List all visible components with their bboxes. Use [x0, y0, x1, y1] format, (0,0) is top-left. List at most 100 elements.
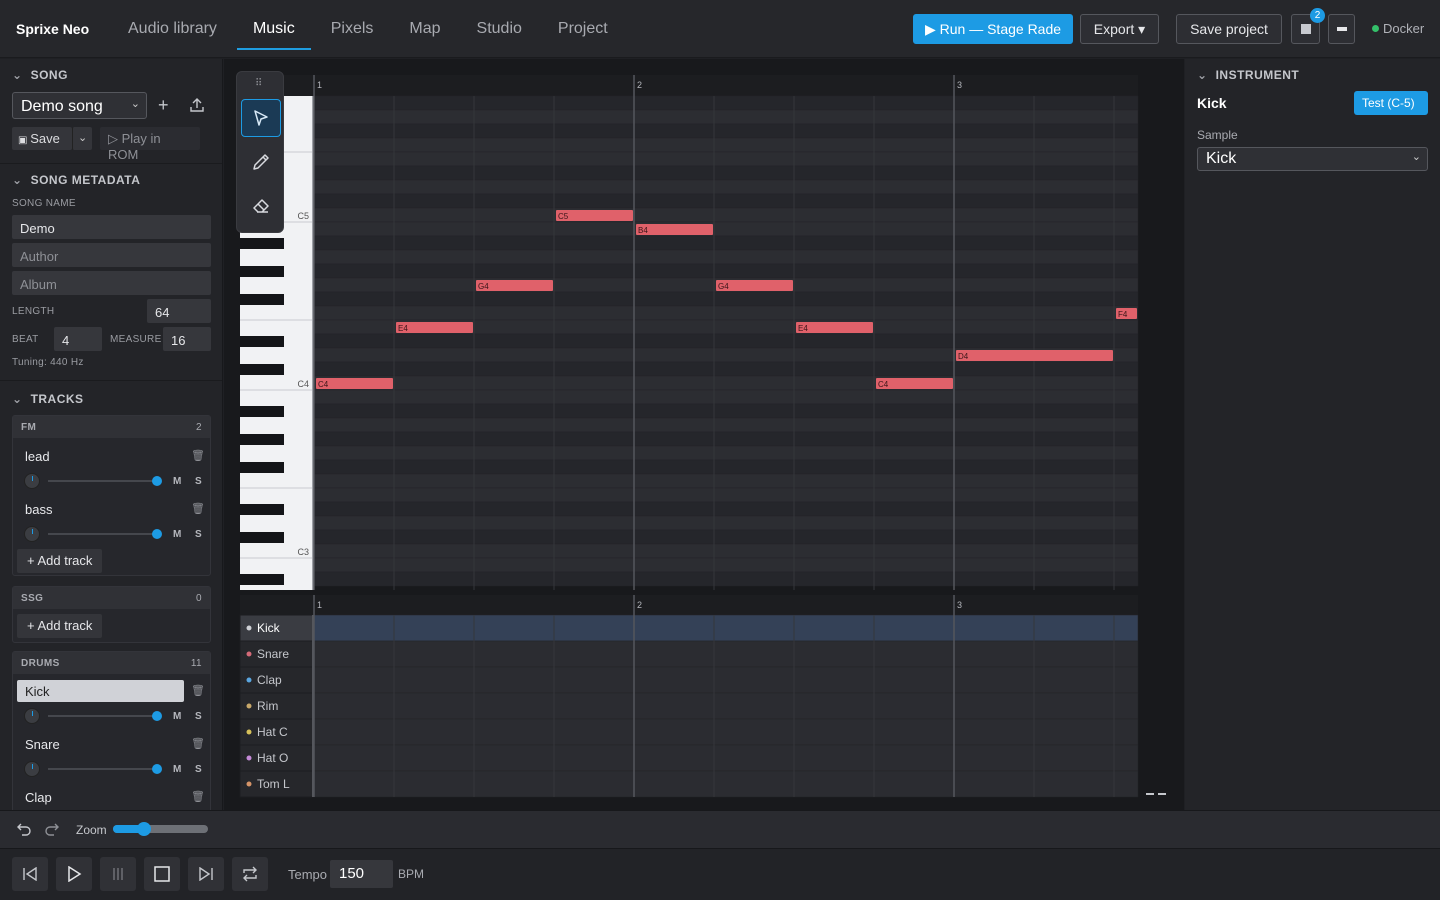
volume-slider-thumb[interactable] [152, 529, 162, 539]
grid-row[interactable] [313, 207, 1139, 223]
tab-music[interactable]: Music [236, 0, 311, 50]
volume-slider-thumb[interactable] [152, 764, 162, 774]
song-metadata-header[interactable]: ⌄ SONG METADATA [12, 173, 140, 187]
trash-icon[interactable]: 🗑 [191, 449, 205, 462]
volume-slider-thumb[interactable] [152, 476, 162, 486]
instrument-section-header[interactable]: ⌄ INSTRUMENT [1197, 68, 1299, 82]
solo-button[interactable]: S [195, 764, 202, 775]
skip-to-end-button[interactable] [188, 857, 224, 891]
tab-studio[interactable]: Studio [477, 0, 522, 50]
author-input[interactable]: Author [12, 243, 211, 267]
grid-row[interactable] [313, 137, 1139, 153]
black-key[interactable] [240, 406, 284, 417]
bar-ruler[interactable] [240, 75, 1138, 96]
track-name-clap[interactable]: Clap [25, 790, 52, 805]
mute-button[interactable]: M [173, 529, 181, 540]
grid-row[interactable] [313, 361, 1139, 377]
grid-row[interactable] [313, 543, 1139, 559]
export-button[interactable]: Export ▾ [1080, 14, 1159, 44]
beat-input[interactable]: 4 [54, 327, 102, 351]
black-key[interactable] [240, 574, 284, 585]
grid-row[interactable] [313, 501, 1139, 517]
grid-row[interactable] [313, 445, 1139, 461]
grid-row[interactable] [313, 571, 1139, 587]
grid-row[interactable] [313, 459, 1139, 475]
drum-lane-row[interactable] [313, 770, 1139, 798]
solo-button[interactable]: S [195, 476, 202, 487]
save-options-chevron-icon[interactable]: ⌄ [72, 127, 92, 150]
grid-row[interactable] [313, 291, 1139, 307]
mute-button[interactable]: M [173, 476, 181, 487]
trash-icon[interactable]: 🗑 [191, 502, 205, 515]
grid-row[interactable] [313, 109, 1139, 125]
black-key[interactable] [240, 336, 284, 347]
play-button[interactable] [56, 857, 92, 891]
song-name-input[interactable]: Demo [12, 215, 211, 239]
drum-lane-row[interactable] [313, 640, 1139, 668]
black-key[interactable] [240, 238, 284, 249]
upload-icon[interactable] [189, 97, 205, 113]
mute-button[interactable]: M [173, 764, 181, 775]
drum-ruler[interactable] [240, 595, 1138, 615]
grid-row[interactable] [313, 389, 1139, 405]
grid-row[interactable] [313, 403, 1139, 419]
grid-row[interactable] [313, 305, 1139, 321]
grid-row[interactable] [313, 375, 1139, 391]
add-fm-track-button[interactable]: + Add track [17, 549, 103, 573]
tab-project[interactable]: Project [558, 0, 608, 50]
black-key[interactable] [240, 532, 284, 543]
track-name-lead[interactable]: lead [25, 449, 50, 464]
stop-button[interactable] [144, 857, 180, 891]
grid-row[interactable] [313, 235, 1139, 251]
black-key[interactable] [240, 364, 284, 375]
drum-lane-row[interactable] [313, 666, 1139, 694]
sample-select[interactable]: Kick ⌄ [1197, 147, 1428, 171]
solo-button[interactable]: S [195, 711, 202, 722]
length-input[interactable]: 64 [147, 299, 211, 323]
grid-row[interactable] [313, 529, 1139, 545]
trash-icon[interactable]: 🗑 [191, 737, 205, 750]
volume-slider[interactable] [48, 768, 158, 770]
solo-button[interactable]: S [195, 529, 202, 540]
black-key[interactable] [240, 434, 284, 445]
ssg-group-header[interactable]: SSG 0 [13, 587, 210, 609]
drums-group-header[interactable]: DRUMS 11 [13, 652, 210, 674]
song-section-header[interactable]: ⌄ SONG [12, 68, 68, 82]
drum-lane-row[interactable] [313, 614, 1139, 642]
black-key[interactable] [240, 462, 284, 473]
eraser-tool-button[interactable] [241, 187, 281, 225]
pencil-tool-button[interactable] [241, 143, 281, 181]
grid-row[interactable] [313, 193, 1139, 209]
grid-row[interactable] [313, 151, 1139, 167]
piano-roll-canvas[interactable]: C5 C4 C3 1 2 3 C4 E4 G4 C5 B4 G4 E4 C4 D4 F4 Kick Snare Cl… [224, 59, 1184, 810]
pause-button[interactable] [100, 857, 136, 891]
note-d4[interactable] [956, 350, 1113, 361]
play-in-rom-button[interactable]: ▷ Play in ROM [100, 127, 200, 162]
song-select[interactable]: Demo song ⌄ [12, 92, 147, 119]
tab-pixels[interactable]: Pixels [331, 0, 374, 50]
save-project-button[interactable]: Save project [1176, 14, 1282, 44]
volume-slider-thumb[interactable] [152, 711, 162, 721]
drum-lane-row[interactable] [313, 744, 1139, 772]
grid-row[interactable] [313, 123, 1139, 139]
drum-lane-row[interactable] [313, 692, 1139, 720]
notifications-button[interactable]: 2 [1291, 8, 1325, 44]
album-input[interactable]: Album [12, 271, 211, 295]
grid-row[interactable] [313, 95, 1139, 111]
grid-row[interactable] [313, 249, 1139, 265]
tracks-section-header[interactable]: ⌄ TRACKS [12, 392, 84, 406]
save-song-button[interactable]: ▣ Save [12, 127, 72, 150]
grid-row[interactable] [313, 221, 1139, 237]
black-key[interactable] [240, 294, 284, 305]
minimize-button[interactable] [1328, 14, 1355, 44]
zoom-slider[interactable] [113, 822, 208, 836]
volume-slider[interactable] [48, 480, 158, 482]
select-tool-button[interactable] [241, 99, 281, 137]
zoom-slider-thumb[interactable] [137, 822, 152, 836]
trash-icon[interactable]: 🗑 [191, 790, 205, 803]
grid-row[interactable] [313, 473, 1139, 489]
test-note-button[interactable]: Test (C-5) [1354, 91, 1428, 115]
drum-lane-row[interactable] [313, 718, 1139, 746]
loop-button[interactable] [232, 857, 268, 891]
grid-row[interactable] [313, 333, 1139, 349]
